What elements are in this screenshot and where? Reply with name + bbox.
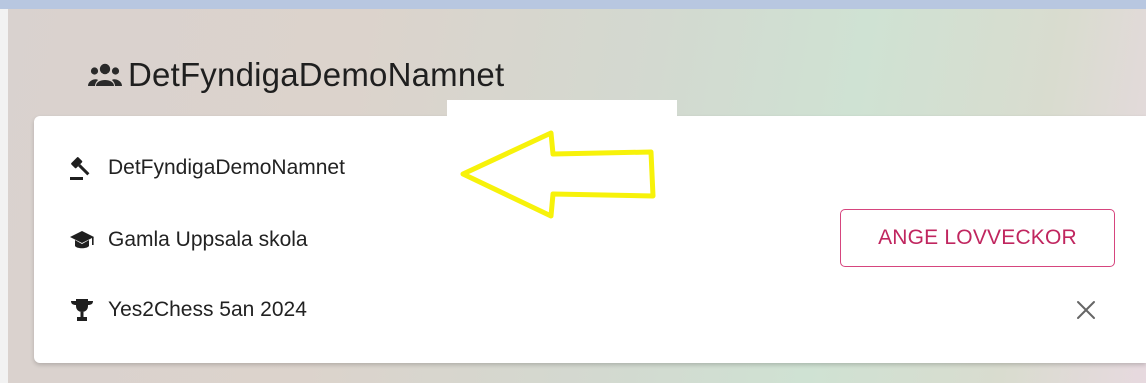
list-item-school: Gamla Uppsala skola	[68, 220, 308, 260]
close-icon[interactable]	[1068, 292, 1104, 328]
gavel-icon	[68, 154, 96, 182]
ange-lovveckor-button[interactable]: ANGE LOVVECKOR	[840, 209, 1115, 267]
school-label: Gamla Uppsala skola	[108, 228, 308, 251]
users-group-icon	[88, 62, 122, 88]
tournament-label: Yes2Chess 5an 2024	[108, 298, 307, 321]
team-name-label: DetFyndigaDemoNamnet	[108, 156, 345, 179]
white-patch	[447, 100, 677, 120]
trophy-icon	[68, 296, 96, 324]
graduation-cap-icon	[68, 226, 96, 254]
left-edge	[0, 9, 8, 383]
arrow-annotation	[455, 128, 665, 228]
team-header: DetFyndigaDemoNamnet	[88, 56, 504, 94]
list-item-tournament: Yes2Chess 5an 2024	[68, 290, 307, 330]
team-title: DetFyndigaDemoNamnet	[128, 56, 505, 93]
list-item-team-name: DetFyndigaDemoNamnet	[68, 148, 345, 188]
top-strip	[0, 0, 1146, 9]
